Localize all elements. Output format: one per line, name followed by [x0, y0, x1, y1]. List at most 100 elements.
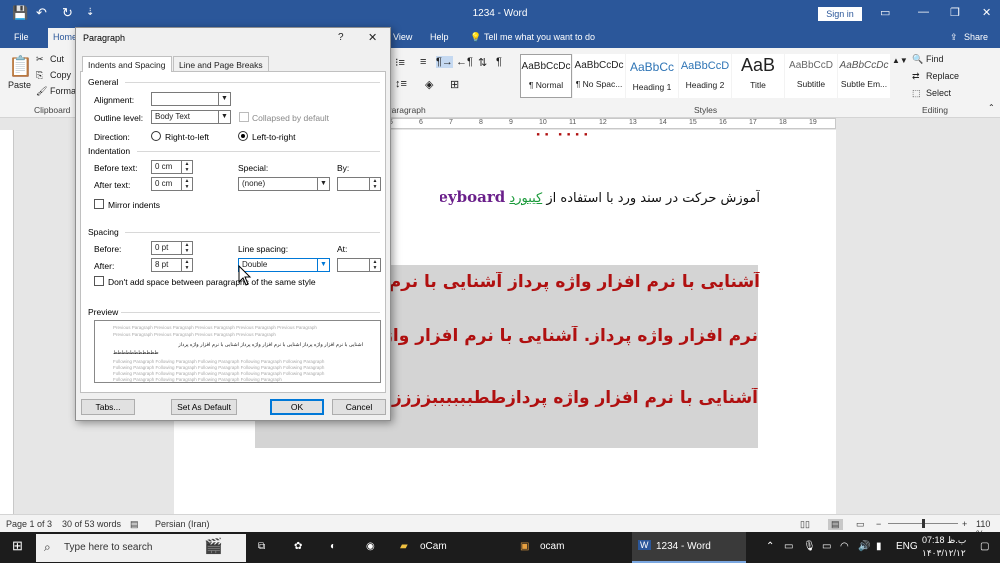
ok-button[interactable]: OK: [270, 399, 324, 415]
by-input[interactable]: ▲ ▼: [337, 177, 381, 191]
taskbar-app-ocam[interactable]: ocam: [540, 541, 564, 552]
doc-line-1[interactable]: آموزش حرکت در سند ورد با استفاده از کیبو…: [440, 188, 760, 212]
taskbar-app-word[interactable]: W 1234 - Word: [632, 532, 746, 563]
battery-icon[interactable]: ▮: [876, 541, 882, 552]
tab-view[interactable]: View: [393, 32, 412, 42]
web-layout-icon[interactable]: ▭: [856, 519, 865, 530]
bullets-icon[interactable]: ⁝≡: [395, 56, 405, 69]
sign-in-button[interactable]: Sign in: [818, 7, 862, 21]
wifi-icon[interactable]: ◠: [840, 541, 849, 552]
style-title[interactable]: AaB Title: [732, 54, 784, 98]
set-as-default-button[interactable]: Set As Default: [171, 399, 237, 415]
style-normal[interactable]: AaBbCcDc ¶ Normal: [520, 54, 572, 98]
before-text-input[interactable]: 0 cm ▲ ▼: [151, 160, 193, 174]
cancel-button[interactable]: Cancel: [332, 399, 386, 415]
outline-level-select[interactable]: Body Text ▼: [151, 110, 231, 124]
display-icon[interactable]: ▭: [822, 541, 831, 552]
clock-time[interactable]: 07:18 ب.ظ: [922, 535, 966, 546]
spin-down-icon: ▼: [181, 184, 192, 190]
ltr-radio[interactable]: [238, 131, 248, 141]
style-no-spacing[interactable]: AaBbCcDc ¶ No Spac...: [573, 54, 625, 98]
proofing-icon[interactable]: ▤: [130, 519, 139, 530]
sort-icon[interactable]: ⇅: [478, 56, 487, 69]
style-subtle-emphasis[interactable]: AaBbCcDc Subtle Em...: [838, 54, 890, 98]
outline-level-label: Outline level:: [94, 113, 144, 123]
tab-file[interactable]: File: [14, 32, 29, 42]
tray-chevron-icon[interactable]: ⌃: [766, 541, 774, 552]
shading-icon[interactable]: ◈: [425, 78, 433, 91]
style-heading-2[interactable]: AaBbCcD Heading 2: [679, 54, 731, 98]
ruler-tick-label: 11: [569, 119, 577, 126]
task-view-icon[interactable]: ⧉: [258, 541, 265, 552]
style-subtitle[interactable]: AaBbCcD Subtitle: [785, 54, 837, 98]
maximize-icon[interactable]: ❐: [950, 6, 960, 19]
collapsed-label: Collapsed by default: [252, 113, 330, 123]
select-button[interactable]: Select: [926, 88, 951, 98]
minimize-icon[interactable]: —: [918, 6, 929, 18]
ribbon-display-icon[interactable]: ▭: [880, 6, 890, 19]
borders-icon[interactable]: ⊞: [450, 78, 459, 91]
language-indicator[interactable]: ENG: [896, 541, 918, 552]
vertical-ruler[interactable]: [0, 130, 14, 514]
language-status[interactable]: Persian (Iran): [155, 519, 210, 529]
edge-icon[interactable]: ◐: [330, 541, 336, 552]
rtl-icon[interactable]: ←¶: [456, 56, 473, 68]
paste-icon[interactable]: 📋: [8, 54, 33, 79]
tab-line-page-breaks[interactable]: Line and Page Breaks: [173, 56, 269, 72]
styles-scroll-icon[interactable]: ▲▼: [892, 56, 908, 65]
cut-button[interactable]: Cut: [50, 54, 64, 64]
line-spacing-icon[interactable]: ↕≡: [395, 78, 407, 90]
read-mode-icon[interactable]: ▯▯: [800, 519, 810, 530]
tabs-button[interactable]: Tabs...: [81, 399, 135, 415]
find-button[interactable]: Find: [926, 54, 944, 64]
print-layout-icon[interactable]: ▤: [828, 519, 843, 530]
word-count[interactable]: 30 of 53 words: [62, 519, 121, 529]
chevron-down-icon: ▼: [317, 178, 329, 190]
special-select[interactable]: (none) ▼: [238, 177, 330, 191]
special-label: Special:: [238, 163, 269, 173]
alignment-select[interactable]: ▼: [151, 92, 231, 106]
paste-button[interactable]: Paste: [8, 80, 31, 90]
share-button[interactable]: Share: [964, 32, 988, 42]
spacing-after-input[interactable]: 8 pt ▲ ▼: [151, 258, 193, 272]
rtl-radio[interactable]: [151, 131, 161, 141]
dont-add-space-checkbox[interactable]: [94, 276, 104, 286]
close-window-icon[interactable]: ✕: [982, 6, 991, 19]
volume-icon[interactable]: 🔊: [858, 541, 870, 552]
mirror-indents-checkbox[interactable]: [94, 199, 104, 209]
zoom-out-icon[interactable]: −: [876, 519, 881, 529]
at-input[interactable]: ▲ ▼: [337, 258, 381, 272]
title-bar: 💾 ↶ ↻ ⇣ 1234 - Word Sign in ▭ — ❐ ✕: [0, 0, 1000, 28]
ltr-icon[interactable]: ¶→: [436, 56, 453, 68]
close-dialog-button[interactable]: ✕: [368, 31, 377, 44]
tell-me-search[interactable]: Tell me what you want to do: [484, 32, 595, 42]
spacing-before-input[interactable]: 0 pt ▲ ▼: [151, 241, 193, 255]
tab-help[interactable]: Help: [430, 32, 449, 42]
mic-icon[interactable]: 🎙: [803, 541, 816, 552]
after-text-input[interactable]: 0 cm ▲ ▼: [151, 177, 193, 191]
before-text-label: Before text:: [94, 163, 138, 173]
preview-prev-line: Previous Paragraph Previous Paragraph Pr…: [113, 325, 317, 330]
replace-button[interactable]: Replace: [926, 71, 959, 81]
show-marks-icon[interactable]: ¶: [496, 56, 502, 68]
copy-button[interactable]: Copy: [50, 70, 71, 80]
clock-date[interactable]: ۱۴۰۳/۱۲/۱۲: [922, 548, 966, 559]
style-heading-1[interactable]: AaBbCc Heading 1: [626, 54, 678, 98]
zoom-in-icon[interactable]: +: [962, 519, 967, 529]
taskbar-search[interactable]: ⌕ Type here to search 🎬: [36, 534, 246, 562]
chevron-down-icon: ▼: [218, 111, 230, 123]
page-count[interactable]: Page 1 of 3: [6, 519, 52, 529]
firefox-icon[interactable]: ◉: [366, 541, 375, 552]
help-button[interactable]: ?: [338, 32, 344, 43]
tab-indents-spacing[interactable]: Indents and Spacing: [82, 56, 172, 72]
windows-start-icon[interactable]: ⊞: [12, 538, 23, 554]
collapsed-checkbox[interactable]: [239, 112, 249, 122]
network-icon[interactable]: ▭: [784, 541, 793, 552]
notifications-icon[interactable]: ▢: [980, 541, 989, 552]
preview-sample-line-2: ططططططططططط: [113, 350, 159, 356]
copilot-icon[interactable]: ✿: [294, 541, 302, 552]
multilevel-list-icon[interactable]: ≡: [420, 56, 426, 68]
zoom-thumb[interactable]: [922, 519, 925, 528]
taskbar-app-ocam-folder[interactable]: oCam: [420, 541, 447, 552]
collapse-ribbon-icon[interactable]: ⌃: [988, 103, 995, 112]
